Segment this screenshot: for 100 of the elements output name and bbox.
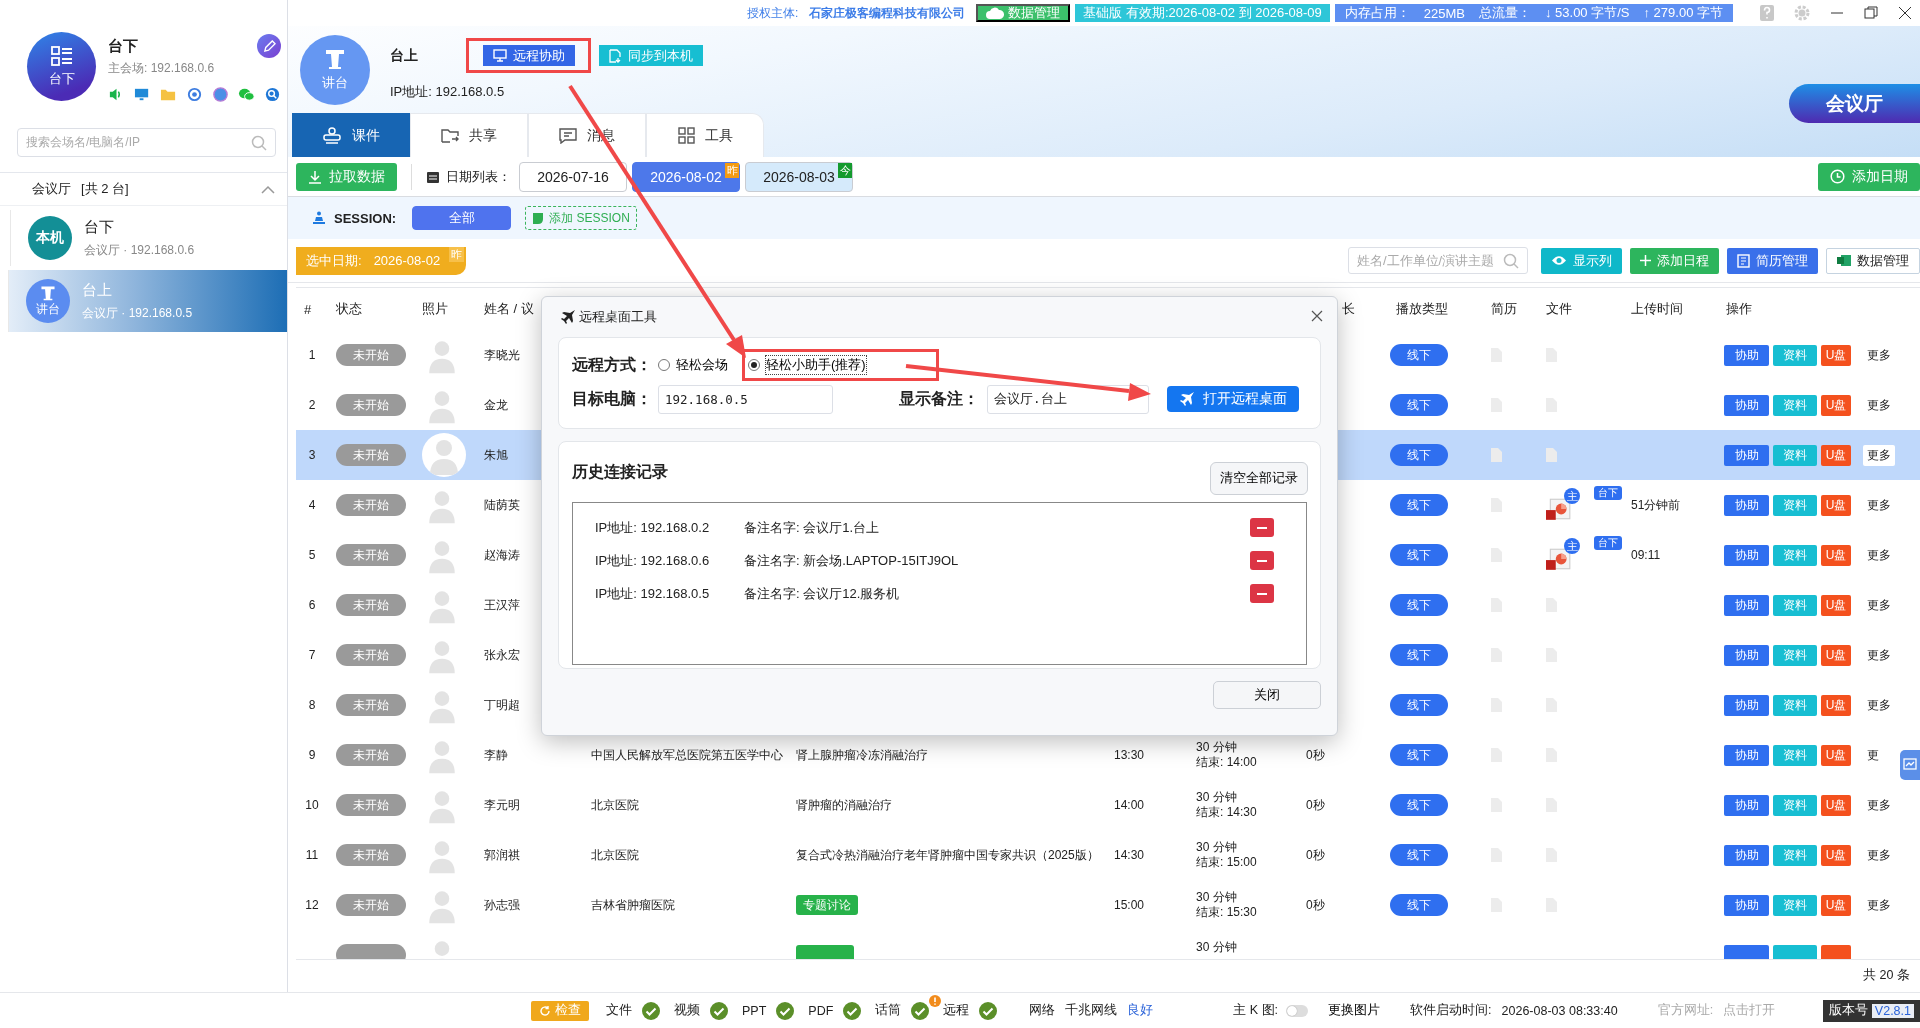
status-badge: 未开始 <box>336 544 406 566</box>
history-note: 备注名字: 新会场.LAPTOP-15ITJ9OL <box>744 551 960 570</box>
row-number: 6 <box>308 598 316 612</box>
topic: 肾上腺肿瘤冷冻消融治疗 <box>796 746 928 764</box>
status-badge: 未开始 <box>336 594 406 616</box>
column-header: 上传时间 <box>1631 300 1683 318</box>
duration: 30 分钟 <box>1196 890 1237 904</box>
version-number: V2.8.1 <box>1871 1003 1914 1018</box>
version-label: 版本号 <box>1828 1002 1868 1019</box>
column-header: # <box>304 301 312 317</box>
host-marker: 主 <box>1564 538 1580 554</box>
speaker-name: 王汉萍 <box>484 596 520 614</box>
speaker-name: 李静 <box>484 746 508 764</box>
duration: 30 分钟 <box>1196 840 1237 854</box>
history-ip: IP地址: 192.168.0.5 <box>595 584 711 603</box>
elapsed-time: 0秒 <box>1306 746 1325 764</box>
column-header: 简历 <box>1491 300 1517 318</box>
institution: 中国人民解放军总医院第五医学中心 <box>591 746 783 764</box>
row-number: 10 <box>305 798 319 812</box>
device-count: [共 2 台] <box>81 180 129 198</box>
row-number: 9 <box>308 748 316 762</box>
history-note: 备注名字: 会议厅12.服务机 <box>744 584 901 603</box>
traffic-label: 总流量： <box>1478 4 1531 22</box>
field-label: 显示备注： <box>899 388 980 409</box>
speaker-name: 陆荫英 <box>484 496 520 514</box>
check-label: 话筒 <box>875 1002 902 1019</box>
avatar-label: 本机 <box>36 229 64 247</box>
status-badge: 未开始 <box>336 444 406 466</box>
column-header: 操作 <box>1726 300 1752 318</box>
k-image-label: 主 K 图: <box>1233 1002 1279 1019</box>
room-badge: 会议厅 <box>1789 84 1920 123</box>
status-badge: 未开始 <box>336 894 406 916</box>
row-number: 5 <box>308 548 316 562</box>
check-label: 远程 <box>943 1002 970 1019</box>
group-name: 会议厅 <box>32 180 71 198</box>
end-time: 结束: 15:00 <box>1196 855 1257 869</box>
status-badge: 未开始 <box>336 394 406 416</box>
host-marker: 主 <box>1564 488 1580 504</box>
speaker-name: 金龙 <box>484 396 508 414</box>
speaker-name: 孙志强 <box>484 896 520 914</box>
start-time: 2026-08-03 08:33:40 <box>1501 1003 1618 1018</box>
date-list-label: 日期列表： <box>446 167 511 186</box>
field-label: 远程方式： <box>572 354 653 375</box>
status-badge: 未开始 <box>336 744 406 766</box>
device-address: 会议厅 · 192.168.0.5 <box>82 304 193 322</box>
device-address: 会议厅 · 192.168.0.6 <box>84 241 195 259</box>
row-number: 7 <box>308 648 316 662</box>
status-badge: 未开始 <box>336 694 406 716</box>
status-badge: 未开始 <box>336 494 406 516</box>
duration: 30 分钟 <box>1196 790 1237 804</box>
elapsed-time: 0秒 <box>1306 796 1325 814</box>
upload-time: 09:11 <box>1631 548 1661 562</box>
license-badge: 基础版 有效期:2026-08-02 到 2026-08-09 <box>1075 4 1330 22</box>
status-badge: 未开始 <box>336 344 406 366</box>
speaker-name: 丁明超 <box>484 696 520 714</box>
row-number: 1 <box>308 348 316 362</box>
institution: 吉林省肿瘤医院 <box>591 896 675 914</box>
row-number: 11 <box>305 848 319 862</box>
start-time: 15:00 <box>1114 898 1145 912</box>
speaker-name: 赵海涛 <box>484 546 520 564</box>
speaker-name: 张永宏 <box>484 646 520 664</box>
source-badge: 台下 <box>1594 536 1622 550</box>
elapsed-time: 0秒 <box>1306 846 1325 864</box>
dialog-title: 远程桌面工具 <box>579 308 658 326</box>
memory-label: 内存占用： <box>1344 4 1410 22</box>
start-time-label: 软件启动时间: <box>1410 1002 1492 1019</box>
column-header: 状态 <box>336 300 362 318</box>
history-ip: IP地址: 192.168.0.2 <box>595 518 711 537</box>
duration: 30 分钟 <box>1196 740 1237 754</box>
avatar-label: 讲台 <box>322 73 348 92</box>
start-time: 14:30 <box>1114 848 1145 862</box>
duration: 30 分钟 <box>1196 940 1237 954</box>
start-time: 13:30 <box>1114 748 1145 762</box>
section-title: 历史连接记录 <box>572 461 668 482</box>
upload-time: 51分钟前 <box>1631 496 1681 514</box>
history-note: 备注名字: 会议厅1.台上 <box>744 518 881 537</box>
row-number: 12 <box>305 898 319 912</box>
company-name: 石家庄极客编程科技有限公司 <box>809 4 966 22</box>
institution: 北京医院 <box>591 796 639 814</box>
row-number: 4 <box>308 498 316 512</box>
avatar-label: 讲台 <box>36 300 60 318</box>
check-label: PDF <box>808 1003 834 1018</box>
ip-address: IP地址: 192.168.0.5 <box>390 83 506 101</box>
topic: 复合式冷热消融治疗老年肾肿瘤中国专家共识（2025版） <box>796 846 1099 864</box>
device-name: 台下 <box>84 217 115 237</box>
column-header: 播放类型 <box>1396 300 1448 318</box>
speaker-name: 李晓光 <box>484 346 520 364</box>
start-time: 14:00 <box>1114 798 1145 812</box>
check-label: 文件 <box>606 1002 632 1019</box>
network-status: 良好 <box>1127 1002 1154 1019</box>
selected-date: 2026-08-02 <box>373 253 441 268</box>
check-label: 视频 <box>674 1002 700 1019</box>
end-time: 结束: 14:30 <box>1196 805 1257 819</box>
network-label: 网络 <box>1029 1002 1056 1019</box>
end-time: 结束: 15:30 <box>1196 905 1257 919</box>
row-number: 3 <box>308 448 316 462</box>
elapsed-time: 0秒 <box>1306 896 1325 914</box>
field-label: 目标电脑： <box>572 388 653 409</box>
column-header: 照片 <box>422 300 448 318</box>
column-header: 文件 <box>1546 300 1572 318</box>
